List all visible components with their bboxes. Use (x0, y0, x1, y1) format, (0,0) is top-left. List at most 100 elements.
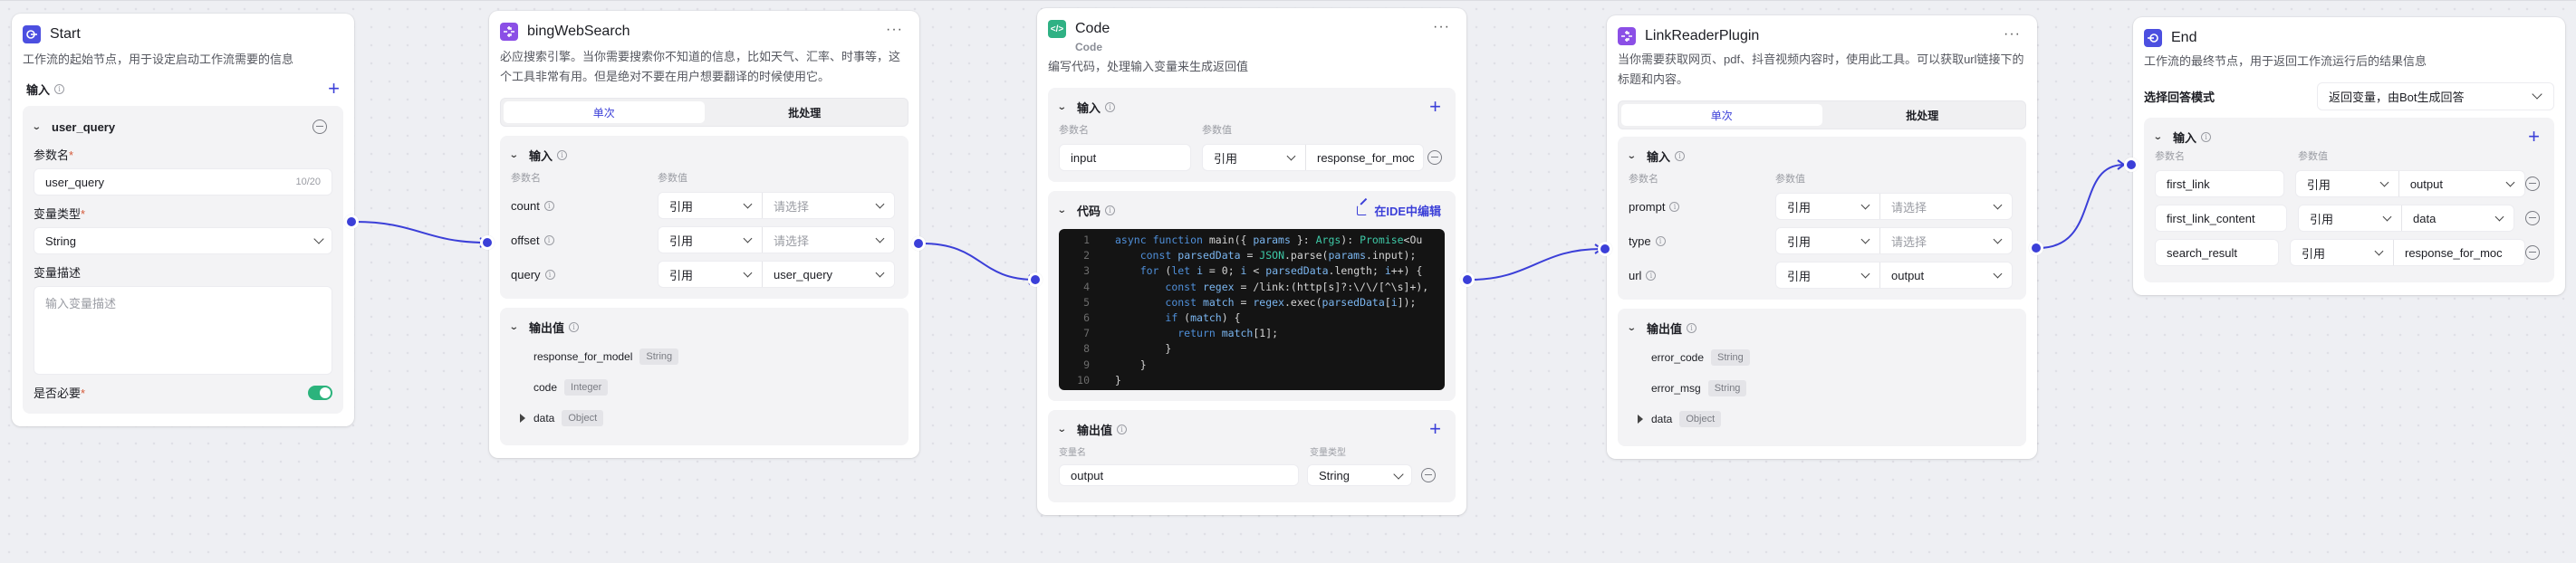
chevron-down-icon[interactable]: ⌄ (1057, 102, 1073, 112)
param-value-select[interactable]: 引用 请选择 (658, 226, 895, 253)
end-node[interactable]: End 工作流的最终节点，用于返回工作流运行后的结果信息 选择回答模式 返回变量… (2133, 17, 2565, 295)
ref-mode-select[interactable]: 引用 (658, 193, 762, 218)
tab-batch[interactable]: 批处理 (705, 101, 906, 123)
more-options-button[interactable]: ··· (886, 23, 903, 37)
param-value-select[interactable]: 引用 output (2294, 170, 2525, 197)
code-input-port[interactable] (1028, 272, 1043, 287)
linkreader-input-port[interactable] (1598, 242, 1612, 256)
info-icon[interactable]: i (1687, 322, 1697, 333)
param-name-input[interactable]: search_result (2155, 239, 2279, 266)
start-node[interactable]: Start 工作流的起始节点，用于设定启动工作流需要的信息 输入 i + ⌄ u… (12, 14, 354, 426)
chevron-down-icon[interactable]: ⌄ (509, 150, 525, 160)
tab-single[interactable]: 单次 (504, 101, 705, 123)
ref-mode-select[interactable]: 引用 (2296, 171, 2398, 196)
chevron-down-icon[interactable]: ⌄ (32, 122, 48, 132)
bing-output-port[interactable] (911, 236, 926, 251)
chevron-down-icon[interactable]: ⌄ (1057, 205, 1073, 215)
info-icon[interactable]: i (1655, 235, 1666, 246)
tab-batch[interactable]: 批处理 (1822, 104, 2023, 126)
end-input-port[interactable] (2124, 157, 2139, 172)
info-icon[interactable]: i (2201, 131, 2212, 142)
edge-linkreader-to-end[interactable] (2037, 164, 2125, 249)
ref-value-select[interactable]: response_for_moc (2392, 240, 2524, 265)
output-type-select[interactable]: String (1307, 464, 1412, 486)
info-icon[interactable]: i (54, 83, 65, 94)
ref-mode-select[interactable]: 引用 (1776, 194, 1879, 219)
info-icon[interactable]: i (543, 234, 554, 245)
param-value-select[interactable]: 引用 请选择 (658, 192, 895, 219)
ref-mode-select[interactable]: 引用 (2291, 240, 2393, 265)
input-section-header[interactable]: ⌄ 输入 i (1627, 146, 2015, 166)
output-name-input[interactable]: output (1059, 464, 1299, 486)
chevron-down-icon[interactable]: ⌄ (509, 322, 525, 332)
add-output-button[interactable]: + (1429, 419, 1441, 439)
add-input-button[interactable]: + (328, 79, 340, 99)
info-icon[interactable]: i (1675, 150, 1686, 161)
input-section-header[interactable]: ⌄ 输入 i + (1057, 97, 1445, 117)
info-icon[interactable]: i (1669, 201, 1680, 212)
remove-input-button[interactable] (2525, 177, 2540, 191)
param-name-input[interactable]: input (1059, 144, 1191, 171)
remove-output-button[interactable] (1421, 468, 1436, 482)
code-node[interactable]: </> Code ··· Code 编写代码，处理输入变量来生成返回值 ⌄ 输入… (1037, 8, 1466, 515)
ref-value-select[interactable]: response_for_moc (1305, 145, 1423, 170)
more-options-button[interactable]: ··· (1433, 20, 1450, 34)
more-options-button[interactable]: ··· (2004, 27, 2021, 42)
linkreaderplugin-node[interactable]: LinkReaderPlugin ··· 当你需要获取网页、pdf、抖音视频内容… (1607, 15, 2037, 459)
info-icon[interactable]: i (543, 200, 554, 211)
chevron-down-icon[interactable]: ⌄ (1627, 323, 1643, 333)
bing-input-port[interactable] (480, 235, 495, 250)
remove-input-button[interactable] (2525, 245, 2540, 260)
output-section-header[interactable]: ⌄ 输出值 i (509, 317, 898, 337)
info-icon[interactable]: i (544, 269, 555, 280)
code-editor[interactable]: 1 async function main({ params }: Args): … (1059, 229, 1445, 390)
ref-value-select[interactable]: output (1879, 262, 2012, 288)
edit-in-ide-link[interactable]: 在IDE中编辑 (1357, 202, 1441, 219)
output-section-header[interactable]: ⌄ 输出值 i (1627, 318, 2015, 338)
info-icon[interactable]: i (1105, 205, 1116, 215)
ref-mode-select[interactable]: 引用 (658, 227, 762, 253)
ref-value-select[interactable]: 请选择 (1879, 228, 2012, 253)
ref-value-select[interactable]: user_query (762, 262, 894, 287)
linkreader-output-port[interactable] (2029, 241, 2043, 255)
var-desc-textarea[interactable]: 输入变量描述 (34, 286, 332, 375)
output-section-header[interactable]: ⌄ 输出值 i + (1057, 419, 1445, 439)
ref-value-select[interactable]: output (2398, 171, 2524, 196)
edge-code-to-linkreader[interactable] (1469, 248, 1602, 281)
param-name-input[interactable]: first_link_content (2155, 205, 2287, 232)
info-icon[interactable]: i (1646, 270, 1657, 281)
expand-triangle-icon[interactable] (1638, 415, 1643, 424)
info-icon[interactable]: i (557, 149, 568, 160)
tab-single[interactable]: 单次 (1621, 104, 1822, 126)
param-value-select[interactable]: 引用 请选择 (1775, 227, 2013, 254)
var-type-select[interactable]: String (34, 227, 332, 254)
param-name-input[interactable]: first_link (2155, 170, 2284, 197)
ref-value-select[interactable]: 请选择 (1879, 194, 2012, 219)
code-section-header[interactable]: ⌄ 代码 i 在IDE中编辑 (1057, 200, 1445, 220)
param-value-select[interactable]: 引用 response_for_moc (2289, 239, 2525, 266)
param-header[interactable]: ⌄ user_query (32, 117, 332, 137)
required-toggle[interactable] (308, 385, 332, 400)
chevron-down-icon[interactable]: ⌄ (1627, 151, 1643, 161)
ref-value-select[interactable]: 请选择 (762, 193, 894, 218)
param-name-input[interactable]: user_query 10/20 (34, 168, 332, 196)
input-section-header[interactable]: ⌄ 输入 i + (2153, 127, 2543, 147)
code-output-port[interactable] (1460, 272, 1475, 287)
edge-bing-to-code[interactable] (921, 243, 1036, 281)
param-value-select[interactable]: 引用 user_query (658, 261, 895, 288)
answer-mode-select[interactable]: 返回变量，由Bot生成回答 (2317, 82, 2554, 110)
add-input-button[interactable]: + (2528, 127, 2540, 147)
remove-input-button[interactable] (2525, 211, 2540, 225)
edge-start-to-bing[interactable] (354, 221, 487, 243)
ref-mode-select[interactable]: 引用 (1776, 262, 1879, 288)
ref-mode-select[interactable]: 引用 (2299, 205, 2401, 231)
remove-input-button[interactable] (1427, 150, 1442, 165)
param-value-select[interactable]: 引用 请选择 (1775, 193, 2013, 220)
ref-value-select[interactable]: data (2401, 205, 2514, 231)
input-section-header[interactable]: ⌄ 输入 i (509, 145, 898, 165)
expand-triangle-icon[interactable] (520, 414, 525, 423)
ref-value-select[interactable]: 请选择 (762, 227, 894, 253)
param-value-select[interactable]: 引用 response_for_moc (1202, 144, 1424, 171)
start-output-port[interactable] (344, 215, 359, 229)
chevron-down-icon[interactable]: ⌄ (2153, 132, 2169, 142)
